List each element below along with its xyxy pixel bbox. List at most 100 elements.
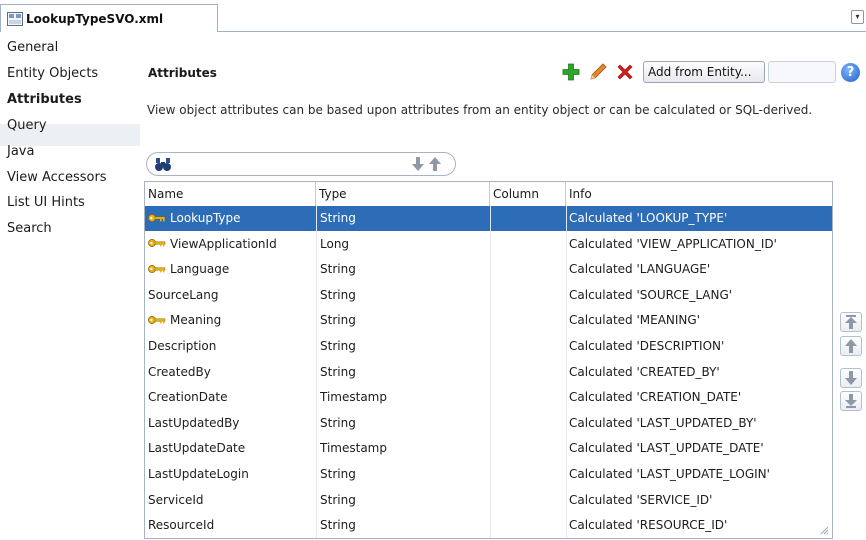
cell-name: LookupType bbox=[148, 206, 314, 231]
cell-type-text: String bbox=[320, 287, 356, 302]
cell-type-text: Timestamp bbox=[320, 390, 387, 405]
cell-column bbox=[493, 257, 565, 282]
view-object-file-icon bbox=[7, 11, 23, 26]
sidebar-item-list-ui-hints[interactable]: List UI Hints bbox=[7, 195, 85, 210]
column-separator bbox=[490, 206, 491, 538]
table-row[interactable]: ViewApplicationId Long Calculated 'VIEW_AP… bbox=[145, 232, 832, 257]
table-row[interactable]: CreatedBy String Calculated 'CREATED_BY' bbox=[145, 360, 832, 385]
binoculars-icon[interactable] bbox=[154, 156, 172, 172]
sidebar-item-java[interactable]: Java bbox=[7, 144, 34, 159]
column-separator bbox=[316, 206, 317, 538]
cell-column bbox=[493, 385, 565, 410]
cell-info-text: Calculated 'LOOKUP_TYPE' bbox=[569, 211, 728, 225]
cell-name-text: Language bbox=[170, 262, 230, 277]
cell-info: Calculated 'LAST_UPDATE_LOGIN' bbox=[569, 462, 831, 487]
cell-type-text: Timestamp bbox=[320, 441, 387, 456]
sidebar-item-view-accessors[interactable]: View Accessors bbox=[7, 170, 107, 185]
cell-name-text: Meaning bbox=[170, 313, 222, 328]
add-from-entity-button[interactable]: Add from Entity... bbox=[643, 61, 765, 83]
cell-info-text: Calculated 'CREATION_DATE' bbox=[569, 390, 742, 405]
cell-info: Calculated 'DESCRIPTION' bbox=[569, 334, 831, 359]
move-down-icon bbox=[845, 371, 857, 385]
cell-type: String bbox=[320, 283, 488, 308]
column-header-name[interactable]: Name bbox=[145, 182, 316, 206]
cell-info: Calculated 'LAST_UPDATED_BY' bbox=[569, 411, 831, 436]
table-row[interactable]: ResourceId String Calculated 'RESOURCE_ID' bbox=[145, 513, 832, 538]
cell-name-text: CreatedBy bbox=[148, 364, 211, 379]
cell-type: String bbox=[320, 513, 488, 538]
sidebar-item-attributes[interactable]: Attributes bbox=[7, 92, 82, 107]
cell-name: LastUpdateDate bbox=[148, 436, 314, 461]
resize-grip-icon[interactable] bbox=[819, 525, 829, 535]
column-header-type[interactable]: Type bbox=[316, 182, 490, 206]
disabled-toolbar-button[interactable] bbox=[768, 61, 836, 83]
table-row[interactable]: CreationDate Timestamp Calculated 'CREATIO… bbox=[145, 385, 832, 410]
sidebar-item-query[interactable]: Query bbox=[7, 118, 47, 133]
sidebar-item-entity-objects[interactable]: Entity Objects bbox=[7, 66, 98, 81]
cell-column bbox=[493, 436, 565, 461]
cell-type-text: Long bbox=[320, 236, 350, 251]
tab-list-dropdown-icon[interactable]: ▾ bbox=[851, 10, 864, 24]
table-row[interactable]: LastUpdateLogin String Calculated 'LAST_UP… bbox=[145, 462, 832, 487]
cell-info-text: Calculated 'CREATED_BY' bbox=[569, 364, 720, 379]
table-row[interactable]: LastUpdatedBy String Calculated 'LAST_UPDA… bbox=[145, 411, 832, 436]
move-to-bottom-button[interactable] bbox=[840, 391, 862, 411]
move-to-top-icon bbox=[845, 315, 857, 329]
cell-info: Calculated 'LAST_UPDATE_DATE' bbox=[569, 436, 831, 461]
cell-type-text: String bbox=[320, 492, 356, 507]
table-row[interactable]: LastUpdateDate Timestamp Calculated 'LAST_… bbox=[145, 436, 832, 461]
cell-name-text: LastUpdateLogin bbox=[148, 467, 249, 481]
cell-type-text: String bbox=[320, 467, 356, 481]
red-x-icon[interactable] bbox=[615, 62, 635, 82]
green-plus-icon[interactable] bbox=[561, 62, 581, 82]
cell-name: ResourceId bbox=[148, 513, 314, 538]
table-row[interactable]: Meaning String Calculated 'MEANING' bbox=[145, 308, 832, 333]
cell-name-text: ResourceId bbox=[148, 518, 215, 533]
cell-name: Language bbox=[148, 257, 314, 282]
attributes-table: Name Type Column Info LookupType String Ca… bbox=[144, 181, 833, 539]
attribute-search-input[interactable] bbox=[177, 155, 406, 175]
cell-name: CreatedBy bbox=[148, 360, 314, 385]
cell-name: Description bbox=[148, 334, 314, 359]
table-header: Name Type Column Info bbox=[145, 182, 832, 207]
sort-ascending-icon[interactable] bbox=[428, 156, 442, 172]
tab-file-label: LookupTypeSVO.xml bbox=[26, 11, 164, 26]
help-icon[interactable]: ? bbox=[841, 63, 860, 82]
cell-column bbox=[493, 360, 565, 385]
table-row[interactable]: ServiceId String Calculated 'SERVICE_ID' bbox=[145, 488, 832, 513]
cell-name: LastUpdatedBy bbox=[148, 411, 314, 436]
pencil-icon[interactable] bbox=[588, 62, 608, 82]
cell-type: String bbox=[320, 257, 488, 282]
table-row[interactable]: Description String Calculated 'DESCRIPTION… bbox=[145, 334, 832, 359]
column-header-info[interactable]: Info bbox=[566, 182, 832, 206]
cell-info-text: Calculated 'SOURCE_LANG' bbox=[569, 287, 733, 302]
move-up-button[interactable] bbox=[840, 336, 862, 356]
cell-type: String bbox=[320, 360, 488, 385]
cell-info: Calculated 'CREATION_DATE' bbox=[569, 385, 831, 410]
table-row[interactable]: LookupType String Calculated 'LOOKUP_TYPE' bbox=[145, 206, 832, 231]
cell-name-text: SourceLang bbox=[148, 287, 219, 302]
key-icon bbox=[148, 264, 166, 273]
table-row[interactable]: SourceLang String Calculated 'SOURCE_LANG' bbox=[145, 283, 832, 308]
editor-tab-strip: LookupTypeSVO.xml ▾ bbox=[0, 0, 866, 32]
move-down-button[interactable] bbox=[840, 368, 862, 388]
cell-type: String bbox=[320, 488, 488, 513]
attribute-search-bar bbox=[146, 152, 456, 176]
cell-name: CreationDate bbox=[148, 385, 314, 410]
cell-column bbox=[493, 462, 565, 487]
sidebar-item-general[interactable]: General bbox=[7, 40, 58, 55]
column-header-column[interactable]: Column bbox=[490, 182, 566, 206]
cell-info-text: Calculated 'LAST_UPDATE_LOGIN' bbox=[569, 467, 770, 481]
cell-column bbox=[493, 308, 565, 333]
move-to-top-button[interactable] bbox=[840, 312, 862, 332]
cell-type: String bbox=[320, 411, 488, 436]
sort-descending-icon[interactable] bbox=[411, 156, 425, 172]
column-separator bbox=[566, 206, 567, 538]
cell-type-text: String bbox=[320, 211, 356, 225]
key-icon bbox=[148, 315, 166, 324]
sidebar-item-search[interactable]: Search bbox=[7, 221, 52, 236]
table-row[interactable]: Language String Calculated 'LANGUAGE' bbox=[145, 257, 832, 282]
tab-file[interactable]: LookupTypeSVO.xml bbox=[0, 4, 218, 32]
cell-type: String bbox=[320, 462, 488, 487]
cell-type: String bbox=[320, 206, 488, 231]
